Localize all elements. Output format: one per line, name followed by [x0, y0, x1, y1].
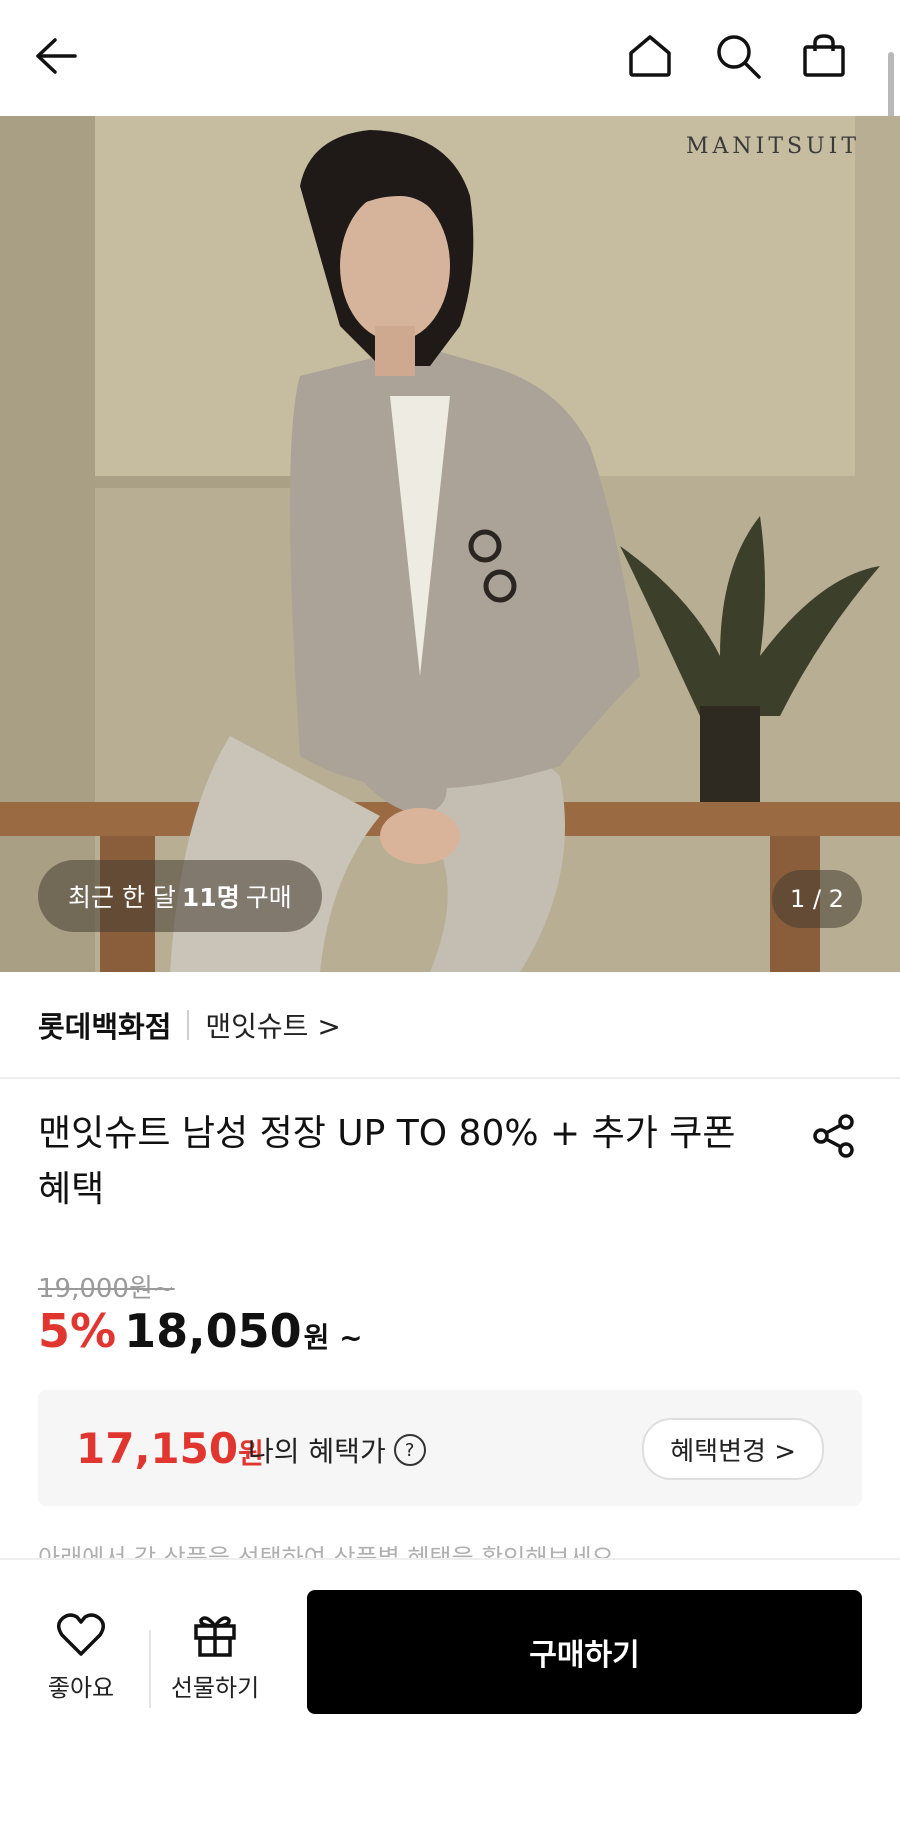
recent-purchase-badge: 최근 한 달 11명 구매 [38, 860, 322, 932]
search-icon[interactable] [710, 28, 766, 84]
product-title: 맨잇슈트 남성 정장 UP TO 80% + 추가 쿠폰 혜택 [38, 1113, 736, 1210]
buy-button[interactable]: 구매하기 [307, 1590, 862, 1714]
benefit-price: 17,150원 [76, 1424, 264, 1473]
back-arrow-icon[interactable] [28, 28, 84, 84]
heart-icon [26, 1612, 136, 1658]
recent-prefix: 최근 한 달 [68, 883, 176, 912]
recent-count: 11명 [181, 883, 240, 912]
bottom-action-bar: 좋아요 선물하기 구매하기 [0, 1558, 900, 1824]
gift-label: 선물하기 [170, 1674, 260, 1702]
original-price: 19,000원~ [38, 1274, 175, 1304]
seller-row: 롯데백화점 맨잇슈트 > [0, 972, 900, 1079]
change-benefit-button[interactable]: 혜택변경 > [642, 1418, 824, 1480]
sale-price: 18,050 [124, 1304, 302, 1358]
price-line: 5% 18,050 원 ~ [38, 1304, 363, 1358]
share-icon[interactable] [806, 1108, 862, 1164]
discount-rate: 5% [38, 1304, 117, 1358]
divider [149, 1630, 151, 1708]
brand-watermark: MANITSUIT [685, 134, 860, 159]
benefit-price-box: 17,150원 나의 혜택가 ? 혜택변경 > [38, 1390, 862, 1506]
like-button[interactable]: 좋아요 [26, 1612, 136, 1703]
gift-icon [160, 1612, 270, 1658]
question-circle-icon[interactable]: ? [393, 1434, 426, 1466]
benefit-label-text: 나의 혜택가 [248, 1435, 386, 1468]
benefit-label: 나의 혜택가 ? [248, 1430, 426, 1470]
top-navigation-bar [0, 0, 900, 116]
product-photo [0, 116, 900, 972]
gift-button[interactable]: 선물하기 [160, 1612, 270, 1703]
benefit-price-value: 17,150 [76, 1424, 239, 1473]
image-page-counter: 1 / 2 [772, 870, 862, 928]
product-image-carousel[interactable]: MANITSUIT 최근 한 달 11명 구매 1 / 2 [0, 116, 900, 972]
like-label: 좋아요 [47, 1674, 115, 1702]
recent-suffix: 구매 [245, 883, 292, 912]
benefit-notice: 아래에서 각 상품을 선택하여 상품별 혜택을 확인해보세요 [38, 1544, 614, 1560]
home-icon[interactable] [622, 28, 678, 84]
store-name[interactable]: 롯데백화점 [38, 1004, 171, 1046]
shopping-bag-icon[interactable] [796, 28, 852, 84]
price-unit: 원 ~ [303, 1321, 363, 1354]
brand-link[interactable]: 맨잇슈트 > [205, 1005, 340, 1045]
divider [187, 1009, 190, 1040]
